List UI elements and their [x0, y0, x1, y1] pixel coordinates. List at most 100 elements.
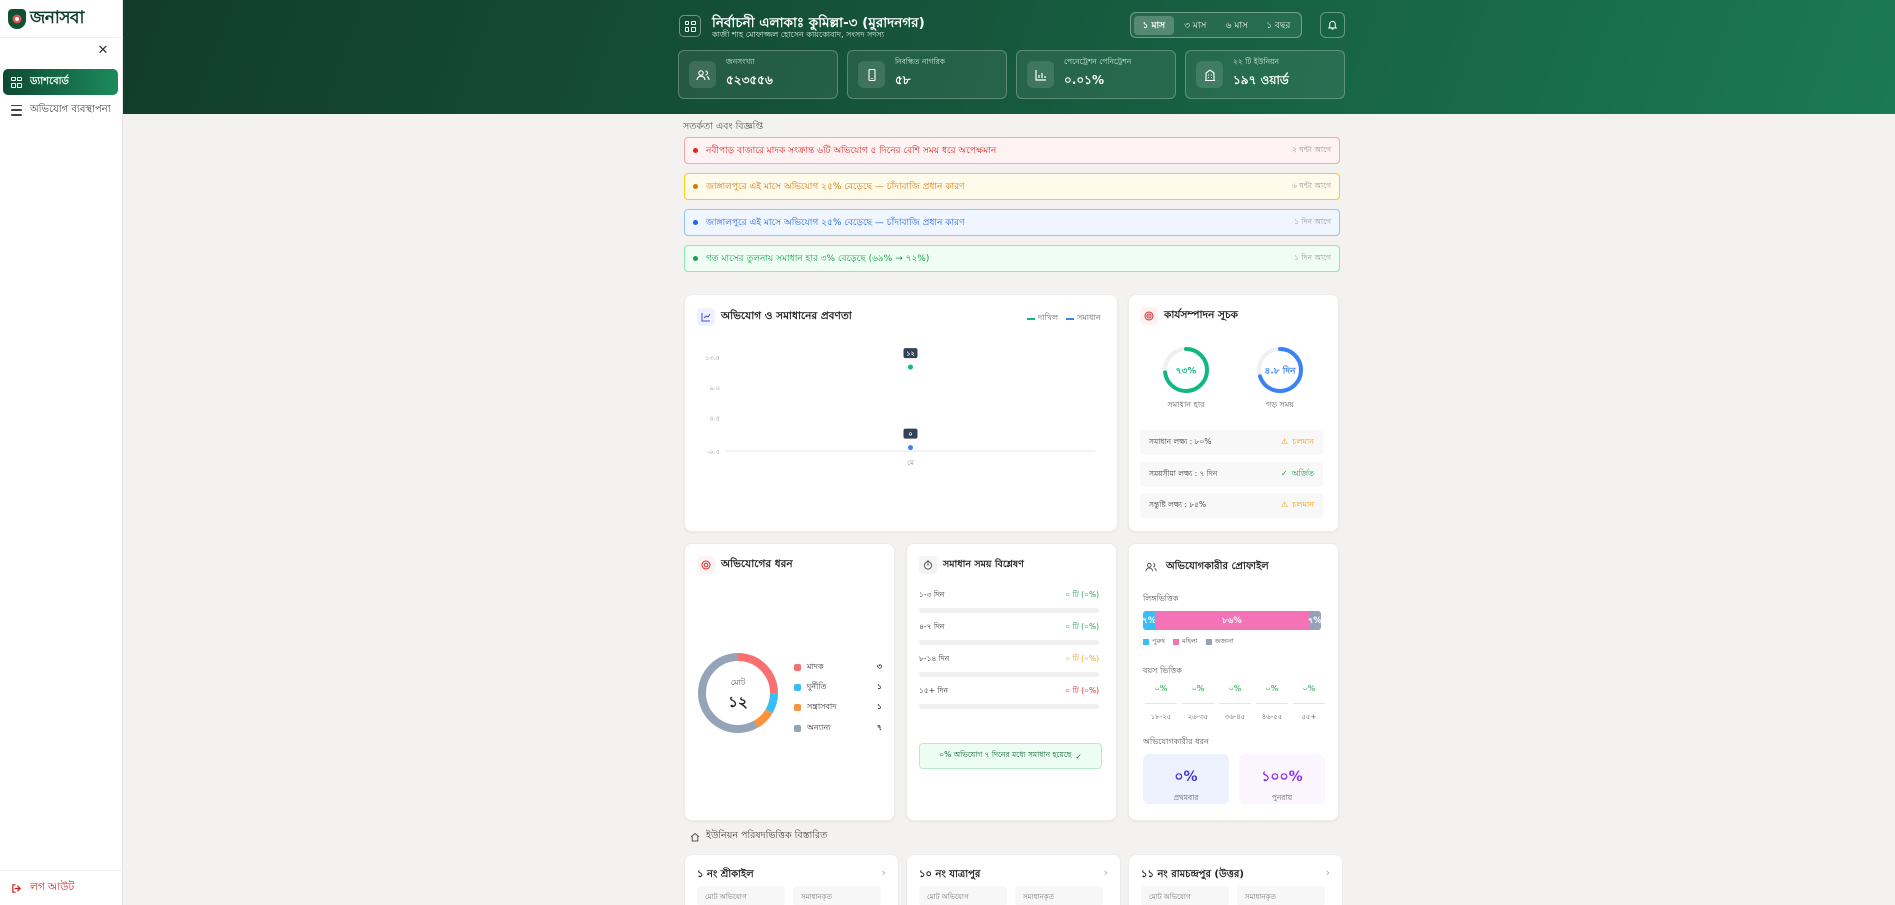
category-legend-item: সন্ত্রাসবাদ ১ — [794, 701, 882, 714]
union-resolved: সমাধানকৃত — [1015, 886, 1103, 905]
gender-legend-item: পুরুষ — [1143, 636, 1165, 647]
category-legend-item: অন্যান্য ৭ — [794, 722, 882, 735]
kpi-ring-value: ৭৩% — [1176, 367, 1197, 377]
union-card[interactable]: ১ নং শ্রীকাইল › মোট অভিযোগ সমাধানকৃত — [684, 854, 899, 905]
period-selector: ১ মাস ৩ মাস ৬ মাস ১ বছর — [1130, 12, 1302, 38]
age-percent: ০% — [1191, 684, 1205, 693]
gender-label: পুরুষ — [1152, 637, 1165, 645]
alert-item[interactable]: জাঙ্গালপুরে এই মাসে অভিযোগ ২৫% বেড়েছে —… — [684, 209, 1340, 236]
logout-icon — [12, 883, 22, 893]
trend-title: অভিযোগ ও সমাধানের প্রবণতা — [697, 308, 852, 326]
sidebar: জনাসবা ✕ ড্যাশবোর্ড অভিযোগ ব্যবস্থাপনা ল… — [0, 0, 123, 905]
age-group: ০% ৩৬-৪৫ — [1219, 683, 1251, 723]
close-sidebar-icon[interactable]: ✕ — [97, 44, 109, 57]
users-icon — [1142, 558, 1160, 576]
sidebar-item-complaints[interactable]: অভিযোগ ব্যবস্থাপনা — [3, 97, 118, 123]
legend-swatch — [1172, 638, 1179, 645]
gender-label: অজানা — [1214, 637, 1234, 645]
resolution-bar — [919, 704, 1099, 709]
kpi-status-text: অর্জিত — [1291, 469, 1314, 478]
resolution-value: ০ টি (০%) — [1065, 686, 1099, 695]
app-logo[interactable]: জনাসবা — [8, 6, 84, 32]
alert-item[interactable]: জাঙ্গালপুরে এই মাসে অভিযোগ ২৫% বেড়েছে —… — [684, 173, 1340, 200]
gender-legend-item: মহিলা — [1172, 636, 1198, 647]
category-label: অন্যান্য — [807, 723, 831, 732]
union-card[interactable]: ১১ নং রামচন্দ্রপুর (উত্তর) › মোট অভিযোগ সমা… — [1128, 854, 1343, 905]
union-total-complaints: মোট অভিযোগ — [1141, 886, 1229, 905]
age-percent: ০% — [1265, 684, 1279, 693]
sidebar-item-label: অভিযোগ ব্যবস্থাপনা — [30, 103, 111, 115]
stat-registered: নিবন্ধিত নাগরিক ৫৮ — [847, 50, 1007, 99]
period-1-year[interactable]: ১ বছর — [1259, 16, 1299, 35]
resolution-value: ০ টি (০%) — [1065, 590, 1099, 599]
check-icon: ✓ — [1280, 469, 1288, 478]
kpi-target-label: সমাধান লক্ষ্য : ৮০% — [1149, 436, 1212, 446]
resolution-row: ১৫+ দিন ০ টি (০%) — [919, 686, 1099, 709]
legend-item: সমাধান — [1066, 312, 1101, 325]
legend-swatch — [794, 684, 801, 691]
period-6-months[interactable]: ৬ মাস — [1217, 16, 1257, 35]
chevron-right-icon: › — [881, 866, 886, 879]
alert-item[interactable]: নবীপাড় বাজারে মাদক সংক্রান্ত ৬টি অভিযোগ… — [684, 137, 1340, 164]
target-icon — [1140, 307, 1158, 325]
gender-label: মহিলা — [1181, 637, 1198, 645]
complainant-type-label: পুনরায় — [1271, 793, 1293, 802]
legend-swatch — [1205, 638, 1212, 645]
logout-label: লগ আউট — [30, 880, 75, 893]
building-icon — [1196, 61, 1223, 88]
target-icon — [697, 556, 715, 574]
resolution-range: ৮-১৪ দিন — [919, 654, 950, 663]
notification-button[interactable] — [1320, 12, 1345, 38]
kpi-status: ⚠ চলমান — [1281, 436, 1314, 449]
kpi-target-row: সময়সীমা লক্ষ্য : ৭ দিন ✓ অর্জিত — [1140, 462, 1323, 487]
sidebar-item-dashboard[interactable]: ড্যাশবোর্ড — [3, 69, 118, 95]
alert-text: গত মাসের তুলনায় সমাধান হার ৩% বেড়েছে (… — [706, 254, 930, 264]
y-tick-label: ৯.০ — [709, 384, 720, 392]
age-percent: ০% — [1302, 684, 1316, 693]
type-title: অভিযোগকারীর ধরন — [1143, 737, 1209, 746]
resolution-range: ১৫+ দিন — [919, 686, 948, 695]
data-point[interactable] — [908, 445, 913, 451]
resolution-bar — [919, 608, 1099, 613]
category-title-text: অভিযোগের ধরন — [721, 557, 793, 570]
sidebar-divider — [0, 37, 123, 38]
kpi-target-label: সময়সীমা লক্ষ্য : ৭ দিন — [1149, 468, 1218, 478]
age-group: ০% ৫৫+ — [1293, 683, 1325, 723]
union-resolved: সমাধানকৃত — [793, 886, 881, 905]
alert-time: ৬ ঘন্টা আগে — [1291, 180, 1331, 190]
union-name: ১০ নং যাত্রাপুর — [919, 869, 981, 880]
resolution-row: ৮-১৪ দিন ০ টি (০%) — [919, 654, 1099, 677]
category-legend-item: দুর্নীতি ১ — [794, 681, 882, 694]
legend-swatch — [1143, 638, 1149, 645]
alert-text: জাঙ্গালপুরে এই মাসে অভিযোগ ২৫% বেড়েছে —… — [706, 182, 965, 192]
gender-legend: পুরুষ মহিলা অজানা — [1143, 636, 1234, 647]
alert-time: ২ ঘন্টা আগে — [1291, 144, 1331, 154]
union-card[interactable]: ১০ নং যাত্রাপুর › মোট অভিযোগ সমাধানকৃত — [906, 854, 1121, 905]
data-point[interactable] — [908, 364, 913, 370]
stat-label: নিবন্ধিত নাগরিক — [895, 57, 945, 66]
period-1-month[interactable]: ১ মাস — [1134, 15, 1174, 35]
category-count: ৭ — [876, 723, 882, 732]
gender-segment: ৮৬% — [1155, 611, 1309, 630]
line-chart-icon — [697, 308, 715, 326]
kpi-status-text: চলমান — [1292, 500, 1314, 509]
check-icon: ✓ — [1075, 751, 1082, 761]
kpi-target-label: সন্তুষ্টি লক্ষ্য : ৮৫% — [1149, 499, 1207, 509]
period-3-months[interactable]: ৩ মাস — [1176, 16, 1216, 35]
stat-value: ৫৮ — [895, 73, 911, 87]
resolution-title: সমাধান সময় বিশ্লেষণ — [919, 556, 1024, 574]
alerts-title: সতর্কতা এবং বিজ্ঞপ্তি — [683, 121, 764, 132]
category-count: ১ — [876, 682, 882, 691]
category-count: ৩ — [876, 662, 882, 671]
category-label: দুর্নীতি — [807, 682, 827, 691]
kpi-status-text: চলমান — [1292, 437, 1314, 446]
bell-icon — [1327, 20, 1338, 30]
alert-time: ১ দিন আগে — [1294, 216, 1331, 226]
logout-button[interactable]: লগ আউট — [0, 870, 123, 905]
age-group: ০% ২৬-৩৫ — [1182, 683, 1214, 723]
constituency-icon — [679, 15, 701, 37]
age-range: ৫৫+ — [1301, 713, 1317, 721]
category-count: ১ — [876, 702, 882, 711]
data-label: ১২ — [906, 350, 915, 358]
alert-item[interactable]: গত মাসের তুলনায় সমাধান হার ৩% বেড়েছে (… — [684, 245, 1340, 272]
